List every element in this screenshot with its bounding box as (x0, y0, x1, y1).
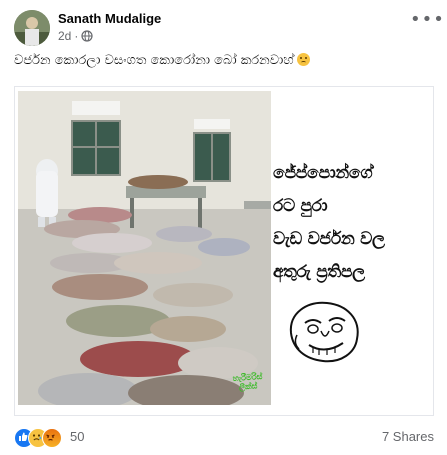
shares-count[interactable]: 7 Shares (382, 429, 434, 444)
facebook-post: Sanath Mudalige 2d · ••• වර්ජන කොරලා වසංග… (0, 0, 447, 455)
post-image[interactable]: ජේප්පොන්ගේ රට පුරා වැඩ වර්ජන වල අතුරු ප්… (14, 86, 434, 416)
hospital-photo (18, 91, 271, 405)
avatar[interactable] (14, 10, 50, 46)
reaction-count[interactable]: 50 (70, 429, 84, 444)
meta-separator: · (74, 29, 79, 43)
post-caption: වර්ජන කොරලා වසංගත කොරෝනා බෝ කරනවාහ් (14, 53, 434, 68)
disappointed-face-icon (296, 53, 310, 66)
angry-icon (42, 428, 62, 448)
post-header: Sanath Mudalige 2d · ••• (14, 10, 444, 46)
caption-text: වර්ජන කොරලා වසංගත කොරෝනා බෝ කරනවාහ් (14, 53, 294, 68)
meme-text: ජේප්පොන්ගේ රට පුරා වැඩ වර්ජන වල අතුරු ප්… (273, 163, 433, 295)
more-options-icon[interactable]: ••• (410, 11, 444, 34)
meme-line: වැඩ වර්ජන වල (273, 229, 385, 249)
watermark: හැරීමරිස් ලීක්ස් (232, 372, 263, 392)
meme-line: අතුරු ප්‍රතිපල (273, 262, 365, 282)
post-footer: 50 7 Shares (14, 426, 434, 450)
post-meta: 2d · (58, 29, 93, 45)
timestamp[interactable]: 2d (58, 29, 71, 43)
globe-icon (81, 30, 93, 45)
meme-line: රට පුරා (273, 196, 328, 216)
rage-face-icon (283, 297, 365, 367)
meme-line: ජේප්පොන්ගේ (273, 163, 373, 183)
author-name[interactable]: Sanath Mudalige (58, 11, 161, 26)
